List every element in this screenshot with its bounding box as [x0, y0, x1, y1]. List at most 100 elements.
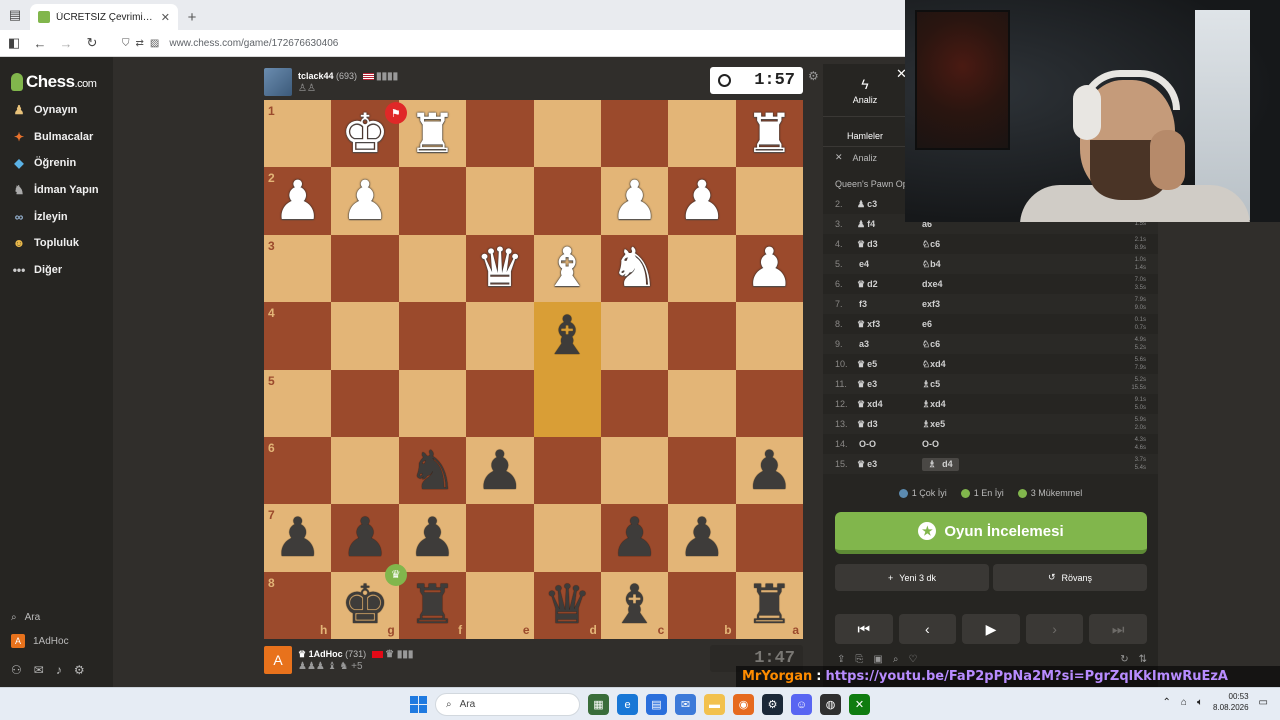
square-g5[interactable]	[331, 369, 399, 437]
black-piece[interactable]: ♛	[543, 578, 591, 632]
black-piece[interactable]: ♟	[745, 443, 793, 498]
square-c7[interactable]: ♟	[600, 504, 669, 572]
black-piece[interactable]: ♟	[341, 510, 389, 565]
square-c4[interactable]	[600, 302, 669, 370]
square-h5[interactable]: 5	[264, 369, 332, 437]
black-move[interactable]: ♗c5	[922, 379, 987, 390]
white-move[interactable]: O-O	[857, 439, 922, 449]
game-review-button[interactable]: ★ Oyun İncelemesi	[835, 512, 1147, 554]
last-move-button[interactable]: ⏭	[1089, 614, 1147, 644]
square-h2[interactable]: 2 ♟	[264, 167, 332, 235]
volume-icon[interactable]: 🔈︎	[1197, 697, 1203, 708]
square-g4[interactable]	[331, 302, 399, 370]
square-d2[interactable]	[533, 167, 601, 235]
first-move-button[interactable]: ⏮	[835, 614, 893, 644]
square-f4[interactable]	[398, 302, 467, 370]
square-a6[interactable]: ♟	[735, 436, 803, 505]
square-c5[interactable]	[600, 369, 669, 437]
black-piece[interactable]: ♞	[408, 443, 456, 498]
square-c3[interactable]: ♞	[600, 234, 669, 303]
white-piece[interactable]: ♜	[408, 106, 456, 161]
square-h3[interactable]: 3	[264, 234, 332, 303]
square-h8[interactable]: 8h	[264, 571, 332, 639]
black-piece[interactable]: ♝	[610, 578, 658, 632]
square-g6[interactable]	[331, 436, 399, 505]
black-move[interactable]: ♘b4	[922, 259, 987, 270]
black-piece[interactable]: ♟	[408, 510, 456, 565]
square-e1[interactable]	[466, 100, 534, 168]
white-piece[interactable]: ♟	[678, 174, 726, 228]
black-piece[interactable]: ♜	[745, 578, 793, 632]
edge-icon[interactable]: e	[617, 694, 638, 715]
square-e6[interactable]: ♟	[466, 436, 534, 505]
white-move[interactable]: f3	[857, 299, 922, 309]
square-b8[interactable]: b	[668, 571, 736, 639]
white-piece[interactable]: ♟	[273, 174, 321, 228]
white-piece[interactable]: ♝	[543, 241, 591, 295]
square-d1[interactable]	[533, 100, 601, 168]
mail-icon[interactable]: ✉	[675, 694, 696, 715]
sidebar-search[interactable]: ⌕ Ara	[0, 605, 113, 629]
sidebar-item-training[interactable]: ♞ İdman Yapın	[0, 177, 113, 204]
square-d7[interactable]	[533, 504, 601, 572]
black-piece[interactable]: ♟	[610, 510, 658, 565]
square-a2[interactable]	[735, 167, 803, 235]
black-piece[interactable]: ♟	[476, 443, 524, 498]
sidebar-toggle-icon[interactable]: ◧	[2, 31, 26, 55]
square-b7[interactable]: ♟	[668, 504, 736, 572]
notification-icon[interactable]: ▭	[1259, 697, 1268, 708]
white-move[interactable]: ♛ e3	[857, 459, 922, 470]
mail-icon[interactable]: ✉	[34, 663, 44, 677]
discord-icon[interactable]: ☺	[791, 694, 812, 715]
black-piece[interactable]: ♟	[273, 510, 321, 565]
player-name[interactable]: ♛ 1AdHoc (731) ♛ ▮▮▮	[298, 649, 413, 660]
white-piece[interactable]: ♞	[610, 241, 658, 295]
square-b2[interactable]: ♟	[668, 167, 736, 235]
square-b3[interactable]	[668, 234, 736, 303]
tab-actions-icon[interactable]: ▤	[0, 0, 30, 30]
friends-icon[interactable]: ⚇	[11, 663, 22, 677]
black-move[interactable]: ♘c6	[922, 339, 987, 350]
square-c6[interactable]	[600, 436, 669, 505]
square-d8[interactable]: d ♛	[533, 571, 601, 639]
square-b5[interactable]	[668, 369, 736, 437]
reload-icon[interactable]: ↻	[80, 31, 104, 55]
next-move-button[interactable]: ›	[1025, 614, 1084, 644]
square-h6[interactable]: 6	[264, 436, 332, 505]
white-move[interactable]: ♛ xd4	[857, 399, 922, 410]
square-e4[interactable]	[466, 302, 534, 370]
rematch-button[interactable]: ↺ Rövanş	[993, 564, 1147, 591]
square-h1[interactable]: 1	[264, 100, 332, 168]
tracking-icon[interactable]: ▨	[150, 38, 159, 49]
square-g1[interactable]: ♚ ⚑	[331, 100, 407, 168]
white-move[interactable]: a3	[857, 339, 922, 349]
flip-icon[interactable]: ↻	[1120, 654, 1128, 665]
folder-icon[interactable]: ▬	[704, 694, 725, 715]
square-f6[interactable]: ♞	[398, 436, 467, 505]
square-f2[interactable]	[398, 167, 467, 235]
white-piece[interactable]: ♜	[745, 106, 793, 161]
black-piece[interactable]: ♚	[341, 578, 389, 632]
avatar[interactable]	[264, 68, 292, 96]
close-icon[interactable]: ✕	[161, 11, 170, 24]
square-a5[interactable]	[735, 369, 803, 437]
steam-icon[interactable]: ⚙	[762, 694, 783, 715]
network-icon[interactable]: ⌂	[1181, 697, 1187, 708]
swap-icon[interactable]: ⇅	[1139, 654, 1147, 665]
square-a8[interactable]: a ♜	[735, 571, 803, 639]
square-e5[interactable]	[466, 369, 534, 437]
white-piece[interactable]: ♚	[341, 106, 389, 161]
board-settings-icon[interactable]: ⚙	[808, 69, 819, 83]
browser-tab[interactable]: ÜCRETSİZ Çevrimiçi Satranç Oy ✕	[30, 4, 178, 30]
chess-board[interactable]: 1 ♚ ⚑ ♜ ♜ 2 ♟ ♟ ♟ ♟ 3 ♛ ♝ ♞ ♟ 4 ♝ 5 6 ♞ ♟ ♟ 7 ♟ ♟ ♟ ♟ ♟ 8 h g ♚ ♛ f ♜ e d ♛ c ♝…	[264, 100, 803, 639]
square-e3[interactable]: ♛	[466, 234, 534, 303]
square-e7[interactable]	[466, 504, 534, 572]
square-c1[interactable]	[600, 100, 669, 168]
square-e8[interactable]: e	[466, 571, 534, 639]
white-move[interactable]: ♛ d3	[857, 419, 922, 430]
square-c2[interactable]: ♟	[600, 167, 669, 235]
image-icon[interactable]: ▣	[873, 654, 882, 665]
taskbar-search[interactable]: ⌕ Ara	[435, 693, 580, 716]
black-piece[interactable]: ♜	[408, 578, 456, 632]
sidebar-user[interactable]: A 1AdHoc	[0, 629, 113, 653]
